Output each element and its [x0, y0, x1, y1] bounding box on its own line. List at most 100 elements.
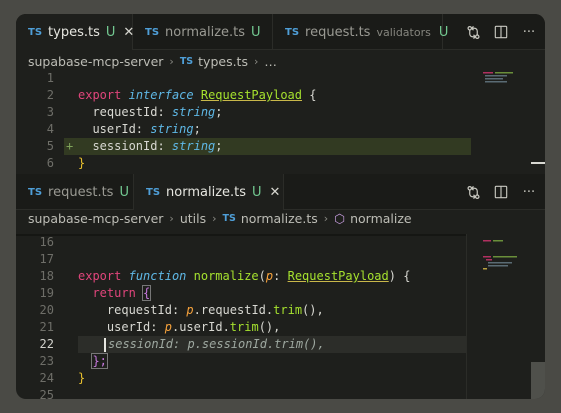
tab-label: request.ts	[48, 184, 114, 200]
code-text: }	[78, 156, 86, 170]
code-line: 4 userId: string;	[16, 121, 466, 138]
code-text: sessionId: string;	[78, 139, 223, 153]
untracked-badge: U	[438, 24, 449, 40]
chevron-right-icon: ›	[253, 54, 259, 68]
bottom-editor-actions: ···	[462, 174, 545, 210]
editor-window: TS types.ts U ✕ TS normalize.ts U TS req…	[16, 14, 545, 399]
minimap[interactable]	[483, 70, 533, 93]
line-number: 21	[39, 320, 54, 334]
code-text: }	[78, 371, 86, 385]
line-number: 25	[39, 388, 54, 399]
typescript-icon: TS	[28, 26, 43, 38]
line-number: 2	[46, 88, 54, 102]
minimap[interactable]	[483, 238, 533, 277]
line-number: 1	[46, 71, 54, 85]
close-icon[interactable]: ✕	[270, 185, 281, 200]
untracked-badge: U	[119, 184, 129, 200]
top-editor-actions: ···	[462, 14, 545, 50]
code-line: 3 requestId: string;	[16, 104, 466, 121]
code-text: requestId: p.requestId.trim(),	[106, 303, 324, 317]
line-number: 24	[39, 371, 54, 385]
chevron-right-icon: ›	[212, 211, 217, 225]
breadcrumb: supabase-mcp-server › utils › TS normali…	[16, 207, 545, 229]
breadcrumb-file[interactable]: normalize.ts	[241, 211, 318, 226]
untracked-badge: U	[252, 184, 262, 200]
more-actions-icon[interactable]: ···	[518, 21, 540, 43]
ghost-inline-suggestion: sessionId: p.sessionId.trim(),	[108, 337, 325, 351]
scrollbar-marker	[531, 162, 545, 164]
scrollbar-thumb[interactable]	[531, 362, 545, 399]
split-editor-icon[interactable]	[490, 21, 512, 43]
code-text: export interface RequestPayload {	[78, 88, 317, 102]
breadcrumb-root[interactable]: supabase-mcp-server	[28, 54, 163, 69]
line-number: 17	[39, 252, 54, 266]
code-line: 18 export function normalize(p: RequestP…	[16, 268, 466, 285]
more-actions-icon[interactable]: ···	[518, 181, 540, 203]
breadcrumb-symbol[interactable]: normalize	[350, 211, 412, 226]
minimap-divider	[466, 234, 467, 399]
symbol-method-icon: ⬡	[334, 210, 346, 226]
tab-folder-hint: validators	[376, 25, 431, 39]
typescript-icon: TS	[285, 26, 300, 38]
tab-normalize-ts-active[interactable]: TS normalize.ts U ✕	[134, 174, 284, 210]
chevron-right-icon: ›	[169, 54, 174, 68]
tab-label: normalize.ts	[165, 24, 246, 40]
code-line: 17	[16, 251, 466, 268]
typescript-icon: TS	[222, 212, 236, 224]
code-line-current: 22 sessionId: p.sessionId.trim(),	[16, 336, 466, 353]
line-number: 19	[39, 286, 54, 300]
code-line: 2 export interface RequestPayload {	[16, 87, 466, 104]
split-editor-icon[interactable]	[490, 181, 512, 203]
tab-types-ts[interactable]: TS types.ts U ✕	[16, 14, 134, 50]
tab-normalize-ts[interactable]: TS normalize.ts U	[133, 14, 273, 50]
bottom-tab-bar: TS request.ts U TS normalize.ts U ✕ ···	[16, 174, 545, 210]
code-line: 19 return {	[16, 285, 466, 302]
code-line: 5 + sessionId: string;	[16, 138, 466, 155]
code-line: 6 }	[16, 155, 466, 172]
code-line: 21 userId: p.userId.trim(),	[16, 319, 466, 336]
tab-label: normalize.ts	[166, 184, 247, 200]
bottom-code-editor[interactable]: 16 17 18 export function normalize(p: Re…	[16, 234, 545, 399]
code-line: 23 };	[16, 353, 466, 370]
line-number: 3	[46, 105, 54, 119]
compare-changes-icon[interactable]	[462, 181, 484, 203]
typescript-icon: TS	[179, 55, 194, 67]
breadcrumb: supabase-mcp-server › TS types.ts › …	[16, 50, 545, 72]
tab-request-ts[interactable]: TS request.ts U	[16, 174, 134, 210]
chevron-right-icon: ›	[323, 211, 329, 225]
code-line: 24 }	[16, 370, 466, 387]
untracked-badge: U	[251, 24, 261, 40]
diff-added-marker: +	[66, 139, 74, 153]
untracked-badge: U	[105, 24, 116, 40]
line-number: 16	[39, 235, 54, 249]
line-number: 6	[46, 156, 54, 170]
top-code-editor[interactable]: 1 2 export interface RequestPayload { 3 …	[16, 70, 545, 174]
breadcrumb-root[interactable]: supabase-mcp-server	[28, 211, 163, 226]
tab-label: types.ts	[48, 24, 100, 40]
breadcrumb-more[interactable]: …	[264, 54, 277, 69]
code-line: 25	[16, 387, 466, 399]
line-number: 18	[39, 269, 54, 283]
line-number: 4	[46, 122, 54, 136]
typescript-icon: TS	[146, 186, 161, 198]
typescript-icon: TS	[145, 26, 160, 38]
line-number: 23	[39, 354, 54, 368]
code-line: 1	[16, 70, 466, 87]
line-number: 20	[39, 303, 54, 317]
code-text: export function normalize(p: RequestPayl…	[78, 269, 411, 283]
code-text: requestId: string;	[78, 105, 223, 119]
typescript-icon: TS	[28, 186, 43, 198]
tab-label: request.ts	[305, 24, 371, 40]
code-text: return {	[92, 285, 152, 301]
code-text: };	[91, 353, 108, 369]
chevron-right-icon: ›	[169, 211, 174, 225]
compare-changes-icon[interactable]	[462, 21, 484, 43]
line-number: 22	[39, 337, 54, 351]
line-number: 5	[46, 139, 54, 153]
text-cursor	[104, 338, 106, 352]
breadcrumb-folder[interactable]: utils	[180, 211, 206, 226]
code-line: 20 requestId: p.requestId.trim(),	[16, 302, 466, 319]
breadcrumb-file[interactable]: types.ts	[198, 54, 248, 69]
tab-request-ts-validators[interactable]: TS request.ts validators U	[273, 14, 448, 50]
code-text: userId: p.userId.trim(),	[106, 320, 281, 334]
